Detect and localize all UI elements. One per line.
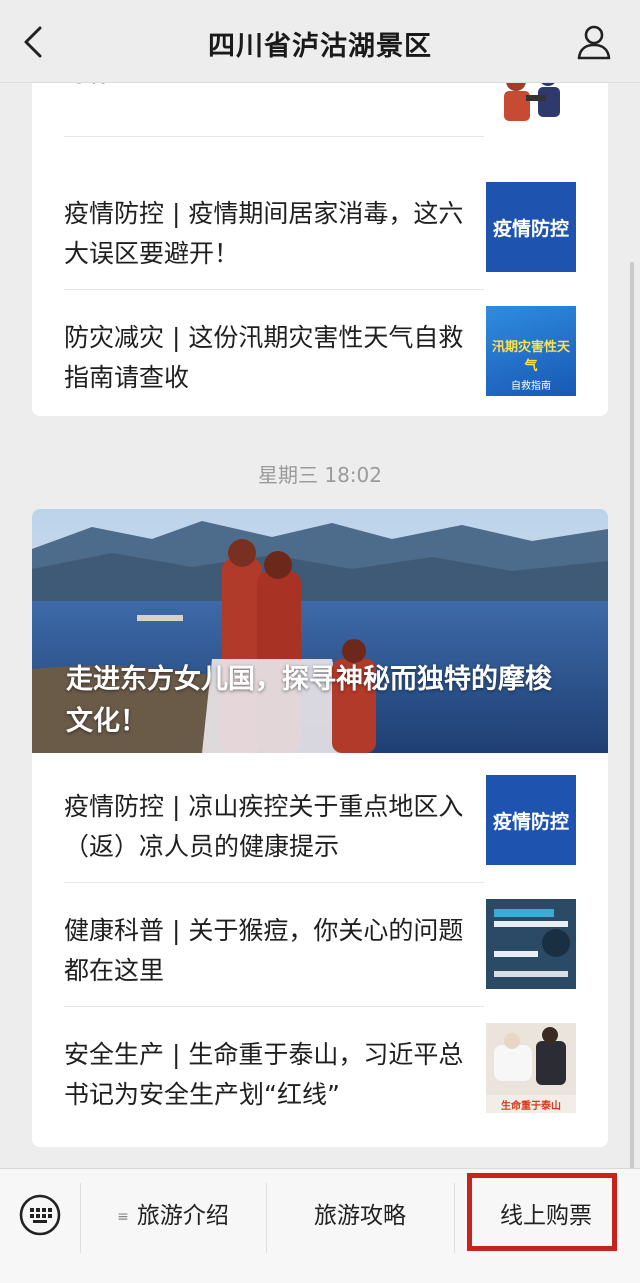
keyboard-toggle-button[interactable] [18,1193,62,1237]
article-title: 安全生产 | 生命重于泰山，习近平总书记为安全生产划“红线” [64,1040,464,1109]
thumbnail-label: 生命重于泰山 [501,1101,561,1112]
top-nav-bar: 四川省泸沽湖景区 [0,0,640,83]
thumbnail-label: 疫情防控 [492,217,569,240]
hero-title: 走进东方女儿国，探寻神秘而独特的摩梭文化！ [66,664,552,737]
item-divider [64,136,484,137]
message-timestamp: 星期三 18:02 [258,463,382,487]
article-item[interactable]: 疫情防控 | 凉山疾控关于重点地区入（返）凉人员的健康提示 疫情防控 [64,759,576,883]
article-card: 好你的钱袋子 疫情防控 | 疫情期间居家消毒，这六大误区要避开！ 疫情防控 防灾… [32,83,608,416]
menu-tour-guide[interactable]: 旅游攻略 [266,1187,454,1245]
article-thumbnail: 疫情防控 [486,182,576,272]
menu-label: 旅游攻略 [314,1203,406,1229]
user-profile-icon [577,25,611,60]
article-title: 疫情防控 | 凉山疾控关于重点地区入（返）凉人员的健康提示 [64,792,464,861]
thumbnail-label: 汛期灾害性天气 [491,340,570,374]
highlight-box [467,1173,617,1251]
article-card: 走进东方女儿国，探寻神秘而独特的摩梭文化！ 疫情防控 | 凉山疾控关于重点地区入… [32,509,608,1147]
article-thumbnail: 疫情防控 [486,775,576,865]
article-thumbnail [486,83,576,141]
article-thumbnail [486,899,576,989]
profile-button[interactable] [574,22,614,62]
page-title: 四川省泸沽湖景区 [208,31,432,62]
article-thumbnail: 汛期灾害性天气 自救指南 [486,306,576,396]
article-item[interactable]: 健康科普 | 关于猴痘，你关心的问题都在这里 [64,883,576,1007]
article-thumbnail: 生命重于泰山 [486,1023,576,1113]
thumbnail-sublabel: 自救指南 [511,381,551,392]
hero-article[interactable]: 走进东方女儿国，探寻神秘而独特的摩梭文化！ [32,509,608,753]
thumbnail-label: 疫情防控 [492,810,569,833]
article-item[interactable]: 安全生产 | 生命重于泰山，习近平总书记为安全生产划“红线” 生命重于泰山 [64,1007,576,1131]
menu-tour-intro[interactable]: ≡ 旅游介绍 [80,1187,266,1245]
article-title: 健康科普 | 关于猴痘，你关心的问题都在这里 [64,916,464,985]
article-title: 防灾减灾 | 这份汛期灾害性天气自救指南请查收 [64,323,464,392]
submenu-lines-icon: ≡ [117,1208,129,1225]
menu-separator [454,1183,455,1253]
menu-label: 旅游介绍 [136,1203,229,1229]
article-item[interactable]: 疫情防控 | 疫情期间居家消毒，这六大误区要避开！ 疫情防控 [64,166,576,290]
scrollbar[interactable] [630,262,634,1192]
thumbnail-photo [486,1023,576,1095]
keyboard-icon [19,1194,61,1236]
article-item[interactable]: 好你的钱袋子 [64,83,576,141]
article-item[interactable]: 防灾减灾 | 这份汛期灾害性天气自救指南请查收 汛期灾害性天气 自救指南 [64,290,576,414]
article-title: 疫情防控 | 疫情期间居家消毒，这六大误区要避开！ [64,199,464,268]
message-feed[interactable]: 好你的钱袋子 疫情防控 | 疫情期间居家消毒，这六大误区要避开！ 疫情防控 防灾… [0,83,640,1168]
bottom-menu-bar: ≡ 旅游介绍 旅游攻略 线上购票 [0,1168,640,1283]
article-title: 好你的钱袋子 [64,83,464,93]
